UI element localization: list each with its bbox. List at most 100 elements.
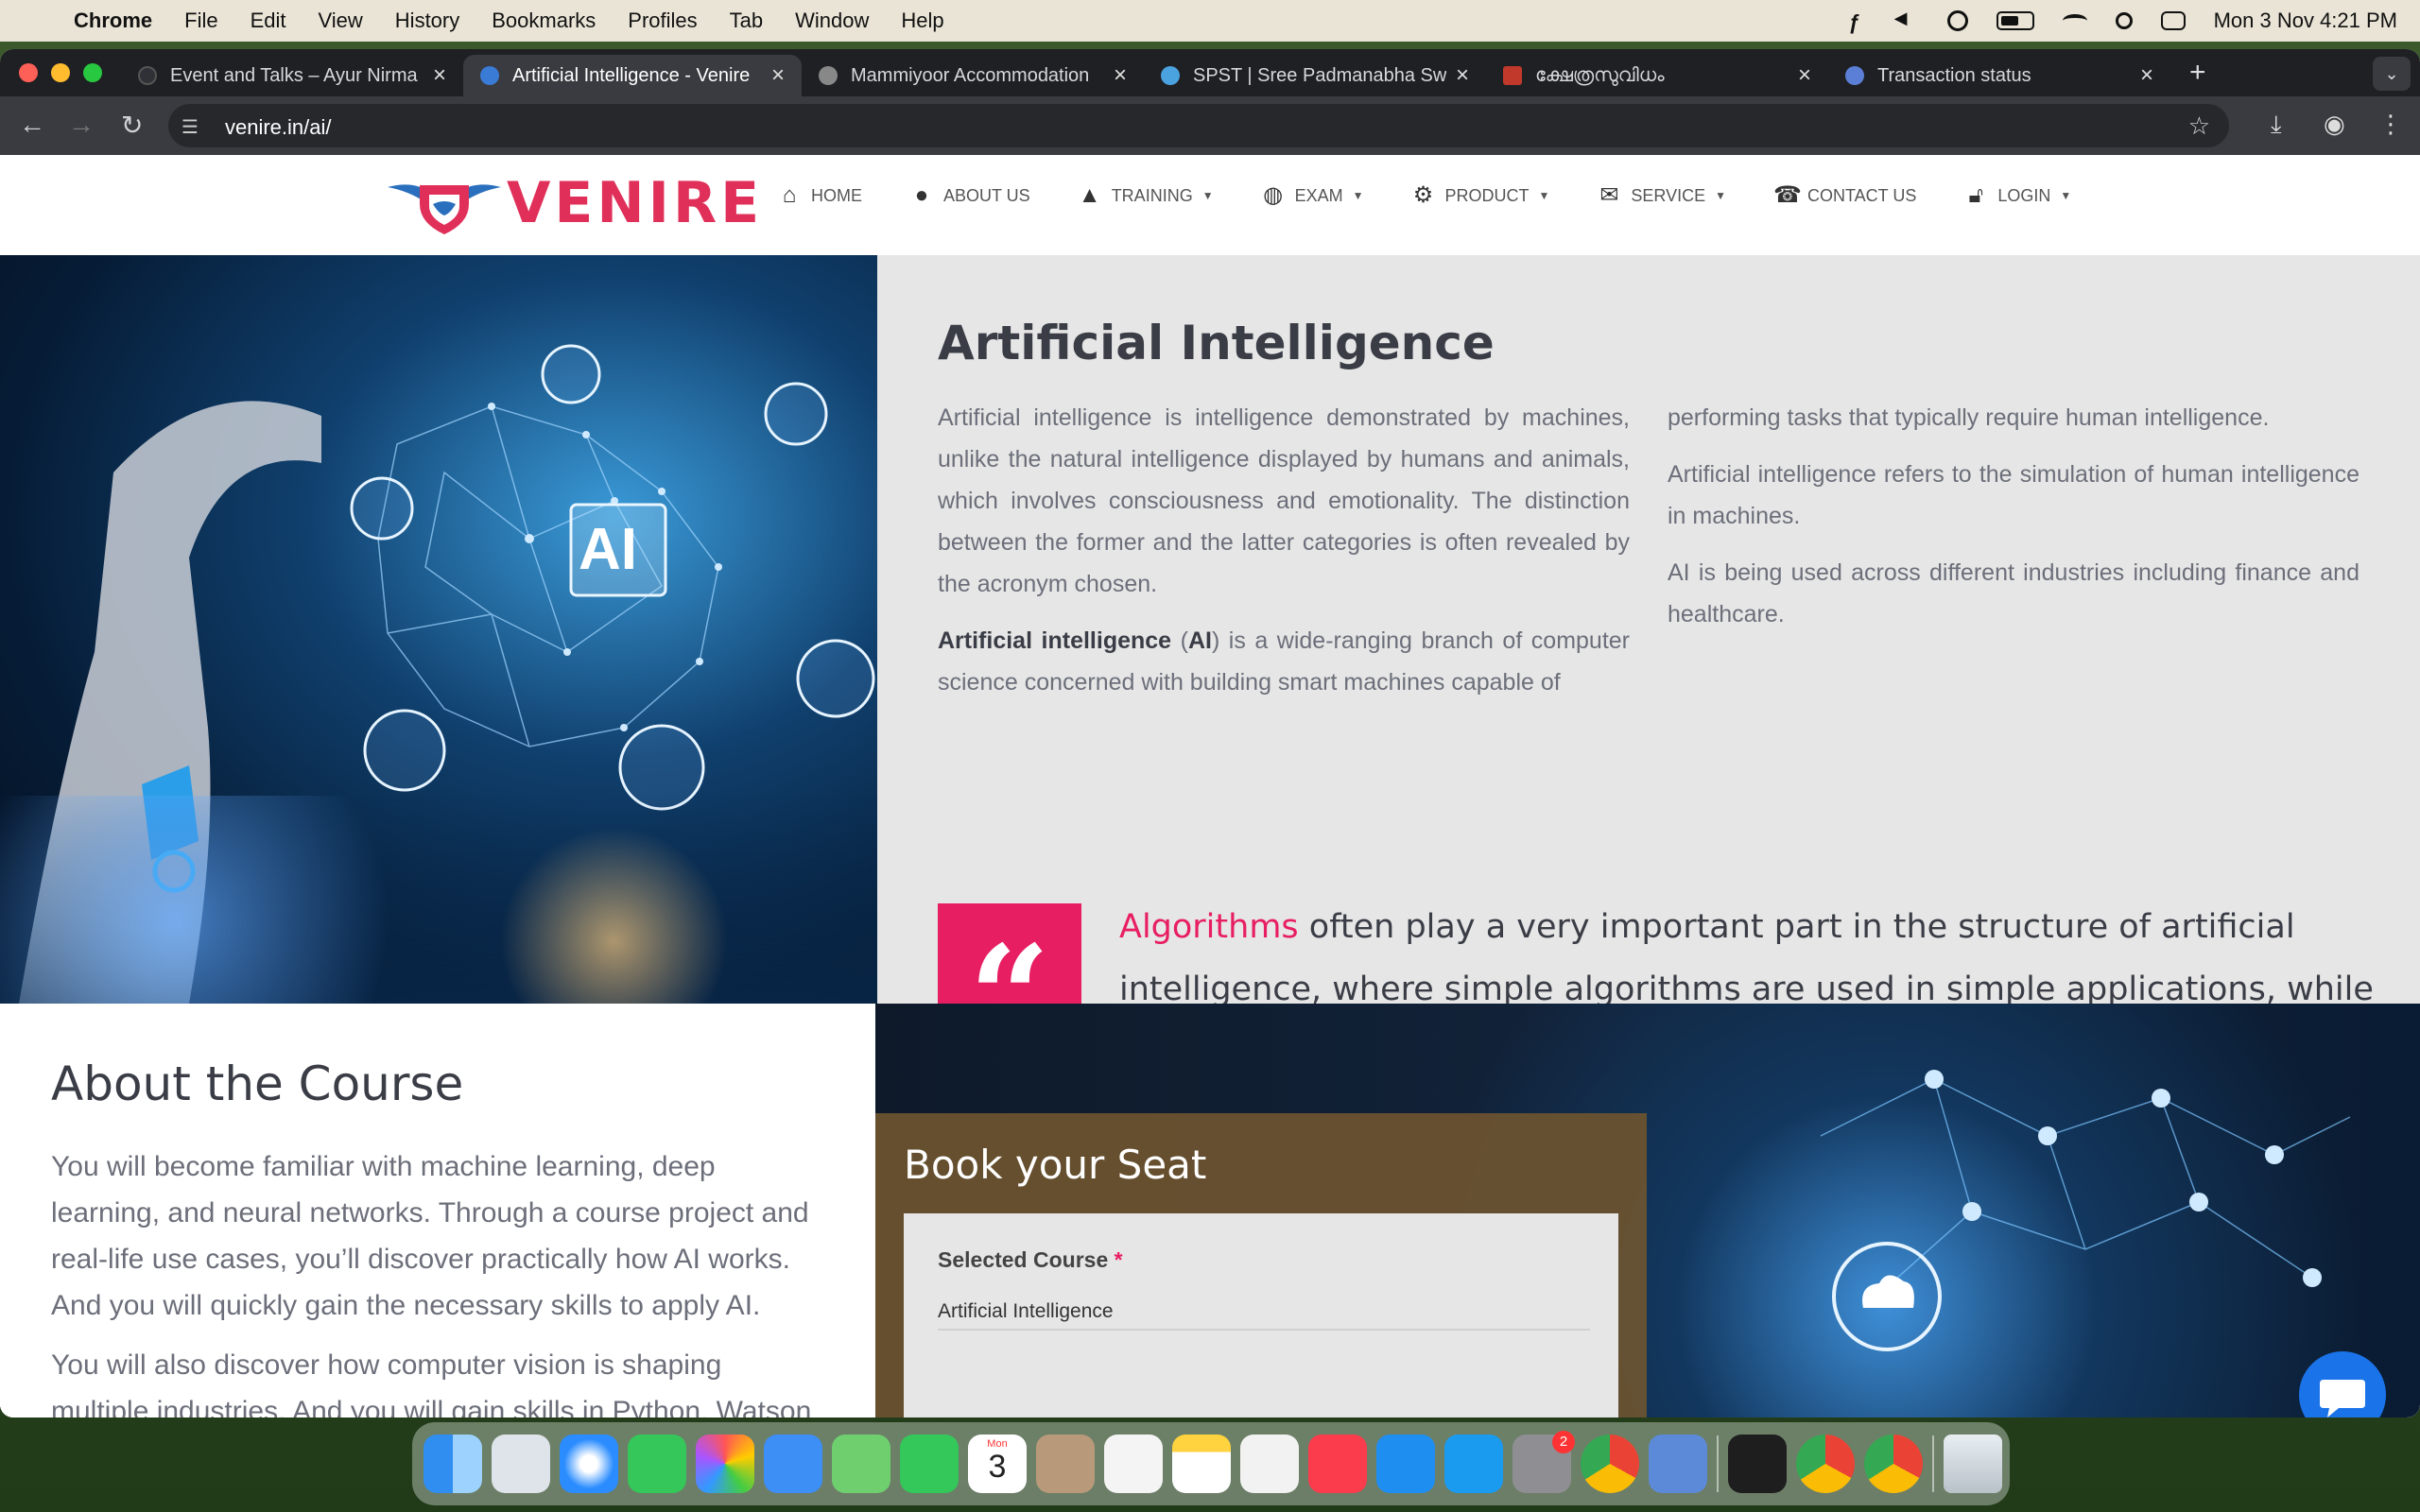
figma-menubar-icon[interactable]: ƒ bbox=[1849, 10, 1866, 34]
tab-favicon-icon bbox=[1845, 66, 1864, 85]
facetime-icon[interactable] bbox=[900, 1435, 959, 1493]
system-settings-icon[interactable]: 2 bbox=[1512, 1431, 1575, 1493]
more-menu-icon[interactable]: ⋮ bbox=[2378, 110, 2403, 139]
contacts-icon[interactable] bbox=[1036, 1435, 1095, 1493]
nav-service[interactable]: ✉ SERVICE ▼ bbox=[1597, 183, 1726, 208]
chat-icon: ✉ bbox=[1599, 182, 1619, 208]
tab-favicon-icon bbox=[138, 66, 157, 85]
bold-term: AI bbox=[1187, 627, 1212, 654]
menubar-status-area: ƒ Mon 3 Nov 4:21 PM bbox=[1849, 9, 2397, 34]
battery-icon[interactable] bbox=[1996, 11, 2034, 30]
venire-logo[interactable]: VENIRE bbox=[388, 170, 763, 236]
address-bar[interactable]: ☰ venire.in/ai/ ☆ bbox=[168, 104, 2229, 147]
menu-bookmarks[interactable]: Bookmarks bbox=[492, 9, 596, 33]
maps-icon[interactable] bbox=[832, 1435, 890, 1493]
tab-close-icon[interactable]: × bbox=[433, 62, 446, 89]
reminders-icon[interactable] bbox=[1104, 1435, 1163, 1493]
menu-help[interactable]: Help bbox=[901, 9, 943, 33]
nav-exam[interactable]: ◍ EXAM ▼ bbox=[1261, 183, 1363, 208]
browser-tab-active[interactable]: Artificial Intelligence - Venire × bbox=[463, 55, 802, 96]
mail-icon[interactable] bbox=[764, 1435, 822, 1493]
menu-tab[interactable]: Tab bbox=[730, 9, 763, 33]
keynote-icon[interactable] bbox=[1376, 1435, 1435, 1493]
page-title: Artificial Intelligence bbox=[938, 316, 1495, 370]
music-icon[interactable] bbox=[1308, 1435, 1367, 1493]
tab-close-icon[interactable]: × bbox=[1114, 62, 1127, 89]
nav-about-us[interactable]: ● ABOUT US bbox=[909, 183, 1030, 208]
intro-paragraph: Artificial intelligence (AI) is a wide-r… bbox=[938, 620, 1630, 703]
label-text: Selected Course bbox=[938, 1247, 1109, 1272]
notes-icon[interactable] bbox=[1172, 1435, 1231, 1493]
intro-paragraph: Artificial intelligence refers to the si… bbox=[1668, 461, 2360, 529]
safari-icon[interactable] bbox=[560, 1435, 618, 1493]
downloads-icon[interactable]: ⤓ bbox=[2271, 110, 2282, 140]
spotlight-search-icon[interactable] bbox=[2115, 12, 2133, 29]
new-tab-icon[interactable]: + bbox=[2189, 57, 2206, 89]
browser-tab[interactable]: SPST | Sree Padmanabha Sw × bbox=[1144, 55, 1486, 96]
browser-tab[interactable]: ക്ഷേത്രസുവിധം × bbox=[1486, 55, 1828, 96]
nav-login[interactable]: 🔓︎ LOGIN ▼ bbox=[1963, 183, 2072, 208]
calendar-icon[interactable]: Mon 3 bbox=[968, 1435, 1027, 1493]
menu-app-name[interactable]: Chrome bbox=[74, 9, 152, 33]
app-store-icon[interactable] bbox=[1444, 1435, 1503, 1493]
nav-training[interactable]: ▲ TRAINING ▼ bbox=[1078, 183, 1214, 208]
back-arrow-icon[interactable]: ← bbox=[19, 110, 45, 140]
tab-close-icon[interactable]: × bbox=[1798, 62, 1811, 89]
menu-edit[interactable]: Edit bbox=[251, 9, 286, 33]
tab-search-chevron-icon[interactable]: ⌄ bbox=[2373, 57, 2411, 91]
chrome-app-icon[interactable] bbox=[1796, 1435, 1855, 1493]
gear-icon: ⚙ bbox=[1412, 182, 1434, 208]
menu-profiles[interactable]: Profiles bbox=[628, 9, 697, 33]
ai-image-label: AI bbox=[579, 517, 637, 582]
wifi-icon[interactable] bbox=[2062, 14, 2087, 27]
menu-file[interactable]: File bbox=[184, 9, 217, 33]
address-url[interactable]: venire.in/ai/ bbox=[225, 115, 332, 140]
nav-contact-us[interactable]: ☎ CONTACT US bbox=[1773, 183, 1916, 208]
nav-label: EXAM bbox=[1294, 185, 1343, 205]
intro-column-right: performing tasks that typically require … bbox=[1668, 397, 2360, 650]
nav-label: CONTACT US bbox=[1806, 185, 1917, 205]
menu-view[interactable]: View bbox=[319, 9, 363, 33]
profile-icon[interactable]: ◉ bbox=[2324, 110, 2345, 139]
nav-home[interactable]: ⌂ HOME bbox=[777, 183, 862, 208]
reload-icon[interactable]: ↻ bbox=[121, 110, 143, 141]
freeform-icon[interactable] bbox=[1240, 1435, 1299, 1493]
bookmark-star-icon[interactable]: ☆ bbox=[2188, 112, 2210, 141]
messages-icon[interactable] bbox=[628, 1435, 686, 1493]
photos-icon[interactable] bbox=[696, 1435, 754, 1493]
window-close-button[interactable] bbox=[19, 63, 38, 82]
simulator-icon[interactable] bbox=[1649, 1435, 1707, 1493]
forward-arrow-icon[interactable]: → bbox=[68, 110, 95, 140]
nav-product[interactable]: ⚙ PRODUCT ▼ bbox=[1411, 183, 1550, 208]
menu-window[interactable]: Window bbox=[795, 9, 869, 33]
tab-close-icon[interactable]: × bbox=[771, 62, 785, 89]
caret-down-icon: ▼ bbox=[1538, 189, 1550, 202]
text-fragment: ( bbox=[1171, 627, 1188, 654]
tab-title: Event and Talks – Ayur Nirma bbox=[170, 64, 418, 86]
site-info-icon[interactable]: ☰ bbox=[182, 115, 199, 139]
browser-toolbar: ← → ↻ ☰ venire.in/ai/ ☆ ⤓ ◉ ⋮ bbox=[0, 96, 2420, 155]
trash-icon[interactable] bbox=[1944, 1435, 2002, 1493]
chat-widget-button[interactable] bbox=[2299, 1351, 2386, 1418]
intro-paragraph: AI is being used across different indust… bbox=[1668, 559, 2360, 627]
menu-history[interactable]: History bbox=[395, 9, 459, 33]
chrome-icon[interactable] bbox=[1581, 1435, 1639, 1493]
selected-course-field[interactable]: Artificial Intelligence bbox=[938, 1293, 1590, 1331]
airdrop-icon[interactable] bbox=[1946, 10, 1968, 31]
launchpad-icon[interactable] bbox=[492, 1435, 550, 1493]
chrome-app-icon[interactable] bbox=[1864, 1435, 1923, 1493]
calendar-day: 3 bbox=[988, 1449, 1007, 1485]
finder-icon[interactable] bbox=[424, 1435, 482, 1493]
browser-tab[interactable]: Transaction status × bbox=[1828, 55, 2170, 96]
window-zoom-button[interactable] bbox=[83, 63, 102, 82]
browser-tab[interactable]: Event and Talks – Ayur Nirma × bbox=[121, 55, 463, 96]
volume-icon[interactable] bbox=[1894, 9, 1919, 31]
window-minimize-button[interactable] bbox=[51, 63, 70, 82]
tab-close-icon[interactable]: × bbox=[1456, 62, 1469, 89]
figma-icon[interactable] bbox=[1728, 1435, 1787, 1493]
menubar-clock[interactable]: Mon 3 Nov 4:21 PM bbox=[2214, 9, 2397, 33]
tab-favicon-icon bbox=[480, 66, 499, 85]
tab-close-icon[interactable]: × bbox=[2140, 62, 2153, 89]
browser-tab[interactable]: Mammiyoor Accommodation × bbox=[802, 55, 1144, 96]
control-center-icon[interactable] bbox=[2160, 11, 2186, 30]
